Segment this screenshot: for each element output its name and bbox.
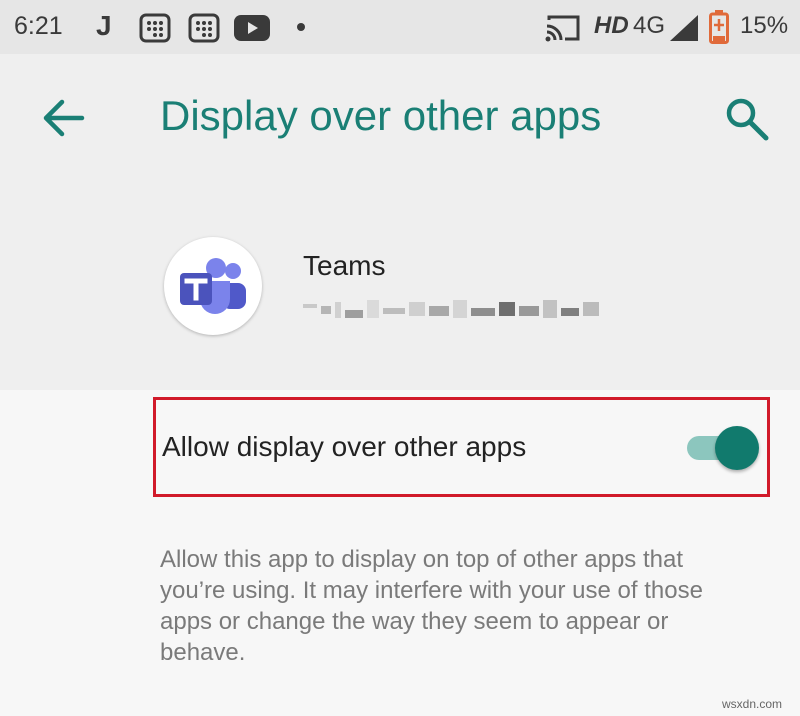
status-time: 6:21 [14, 12, 63, 40]
j-notification-icon: J [96, 10, 112, 41]
back-button[interactable] [34, 90, 94, 146]
redacted-package-name [303, 300, 599, 318]
network-label: HD [594, 12, 629, 39]
network-type: 4G [633, 12, 666, 39]
watermark: wsxdn.com [722, 697, 783, 711]
battery-icon [709, 10, 729, 44]
cast-icon [545, 15, 580, 42]
arrow-back-icon [43, 99, 85, 137]
battery-percent: 15% [740, 12, 789, 39]
setting-description: Allow this app to display on top of othe… [160, 546, 703, 666]
allow-display-toggle[interactable] [684, 426, 760, 470]
teams-logo-icon [180, 258, 246, 314]
app-name: Teams [303, 250, 386, 281]
search-icon [726, 98, 769, 141]
allow-display-label: Allow display over other apps [162, 431, 527, 462]
teams-app-icon [164, 237, 262, 335]
toggle-thumb [715, 426, 759, 470]
page-title: Display over other apps [160, 92, 602, 139]
grid-icon [139, 13, 171, 43]
grid-icon [188, 13, 220, 43]
dot-icon [297, 23, 305, 31]
search-button[interactable] [716, 88, 776, 148]
status-bar: 6:21 J HD 4G 15% [0, 0, 800, 54]
signal-icon [670, 15, 698, 41]
youtube-icon [234, 15, 270, 41]
